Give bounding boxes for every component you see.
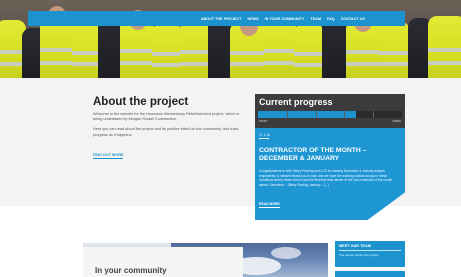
progress-title: Current progress <box>259 97 333 107</box>
nav-item-news[interactable]: NEWS <box>247 17 258 21</box>
secondary-card[interactable] <box>335 271 405 277</box>
team-subtitle: The people behind the project <box>339 253 379 257</box>
about-paragraph-2: Here you can read about the project and … <box>93 127 239 137</box>
progress-start-label: START <box>259 120 268 123</box>
find-out-more-link[interactable]: FIND OUT MORE <box>93 153 124 159</box>
read-more-link[interactable]: READ MORE <box>259 202 280 208</box>
progress-finish-label: FINISH <box>392 120 401 123</box>
team-card[interactable]: MEET OUR TEAM The people behind the proj… <box>335 241 405 267</box>
community-title: In your community <box>95 266 167 275</box>
hero-banner: ABOUT THE PROJECT NEWS IN YOUR COMMUNITY… <box>0 0 461 78</box>
date-divider <box>259 138 269 139</box>
news-title[interactable]: CONTRACTOR OF THE MONTH – DECEMBER & JAN… <box>259 147 401 162</box>
team-title[interactable]: MEET OUR TEAM <box>339 244 371 248</box>
main-nav: ABOUT THE PROJECT NEWS IN YOUR COMMUNITY… <box>28 11 405 26</box>
progress-header: Current progress START FINISH <box>255 94 405 128</box>
nav-item-about[interactable]: ABOUT THE PROJECT <box>201 17 242 21</box>
nav-item-community[interactable]: IN YOUR COMMUNITY <box>265 17 305 21</box>
progress-bar <box>258 111 402 118</box>
about-paragraph-1: Welcome to the website for the Hounslow … <box>93 112 239 122</box>
team-divider <box>339 250 401 251</box>
news-card: 07.1.16 CONTRACTOR OF THE MONTH – DECEMB… <box>255 128 405 220</box>
nav-item-contact[interactable]: CONTACT US <box>341 17 365 21</box>
progress-panel: Current progress START FINISH 07.1.16 CO… <box>255 94 405 220</box>
news-excerpt: Congratulations to both Sibley Roofing a… <box>259 169 393 187</box>
nav-item-faq[interactable]: FAQ <box>327 17 335 21</box>
nav-item-team[interactable]: TEAM <box>310 17 321 21</box>
news-date: 07.1.16 <box>259 133 270 137</box>
about-section: About the project Welcome to the website… <box>93 96 243 161</box>
about-title: About the project <box>93 96 189 108</box>
progress-bar-fill <box>258 111 356 118</box>
